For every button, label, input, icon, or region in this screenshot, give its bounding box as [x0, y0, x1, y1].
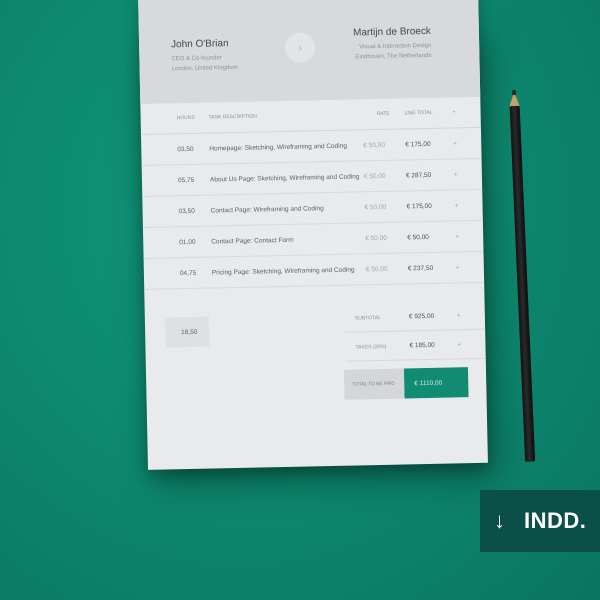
row-description: Contact Page: Wireframing and Coding: [210, 205, 324, 215]
row-plus: +: [453, 140, 458, 148]
hours-total-box: 18,50: [164, 316, 210, 348]
recipient-name: Martijn de Broeck: [352, 25, 432, 39]
column-hours: HOURS: [176, 114, 195, 122]
row-rate: € 50,00: [364, 203, 387, 212]
taxes-plus: +: [457, 341, 462, 349]
pencil-lead: [511, 89, 517, 96]
row-rate: € 50,00: [365, 265, 388, 274]
row-total: € 175,00: [406, 202, 432, 211]
table-row: 04,75 Pricing Page: Sketching, Wireframi…: [143, 251, 485, 290]
row-hours: 05,75: [177, 176, 195, 185]
row-hours: 01,00: [179, 238, 196, 247]
row-hours: 04,75: [179, 269, 197, 278]
column-line-total: LINE TOTAL: [404, 109, 433, 117]
grand-total-row: TOTAL TO BE PAID € 1110,00: [343, 367, 469, 400]
indd-download-badge[interactable]: ↓ INDD.: [480, 490, 600, 552]
row-total: € 175,00: [405, 140, 431, 149]
recipient-title: Visual & Interaction Design: [359, 42, 432, 51]
row-rate: € 50,00: [363, 172, 386, 181]
row-plus: +: [455, 264, 460, 272]
taxes-value: € 185,00: [409, 341, 435, 350]
row-plus: +: [454, 202, 459, 210]
recipient-location: Eindhoven, The Netherlands: [355, 52, 432, 61]
grand-total-value-box: € 1110,00: [403, 367, 469, 399]
subtotal-value: € 925,00: [408, 312, 435, 321]
row-rate: € 50,00: [363, 141, 386, 150]
subtotal-plus: +: [456, 312, 461, 320]
row-description: Contact Page: Contact Form: [211, 236, 294, 246]
grand-total-label: TOTAL TO BE PAID: [352, 381, 395, 388]
row-description: Homepage: Sketching, Wireframing and Cod…: [209, 142, 348, 153]
grand-total-label-box: TOTAL TO BE PAID: [343, 368, 405, 400]
row-description: Pricing Page: Sketching, Wireframing and…: [211, 266, 355, 277]
column-plus: +: [452, 109, 456, 116]
column-rate: RATE: [376, 110, 390, 118]
taxes-label: TAXES (20%): [355, 343, 387, 351]
sender-block: John O'Brian CEO & Co-founder London, Un…: [171, 38, 238, 76]
badge-label: INDD.: [524, 508, 587, 533]
invoice-header: John O'Brian CEO & Co-founder London, Un…: [138, 0, 481, 104]
row-rate: € 50,00: [365, 234, 387, 243]
row-description: About Us Page: Sketching, Wireframing an…: [209, 173, 360, 184]
column-description: TASK DESCRIPTION: [208, 113, 257, 121]
recipient-block: Martijn de Broeck Visual & Interaction D…: [353, 26, 432, 65]
download-arrow-icon: ↓: [494, 508, 505, 533]
row-hours: 03,50: [178, 207, 195, 216]
row-hours: 03,50: [177, 145, 194, 154]
subtotal-row: SUBTOTAL € 925,00 +: [344, 300, 486, 333]
row-plus: +: [455, 233, 460, 241]
grand-total-value: € 1110,00: [414, 379, 443, 388]
sender-location: London, United Kingdom: [171, 64, 238, 73]
hours-total-value: 18,50: [181, 328, 198, 337]
row-total: € 287,50: [405, 171, 432, 180]
row-total: € 50,00: [407, 233, 429, 242]
sender-name: John O'Brian: [170, 38, 229, 51]
chevron-right-icon: ›: [284, 32, 316, 63]
taxes-row: TAXES (20%) € 185,00 +: [345, 329, 486, 362]
subtotal-label: SUBTOTAL: [354, 314, 381, 322]
invoice-paper: John O'Brian CEO & Co-founder London, Un…: [138, 0, 488, 470]
row-plus: +: [453, 171, 458, 179]
sender-title: CEO & Co-founder: [171, 55, 222, 63]
row-total: € 237,50: [407, 264, 434, 273]
